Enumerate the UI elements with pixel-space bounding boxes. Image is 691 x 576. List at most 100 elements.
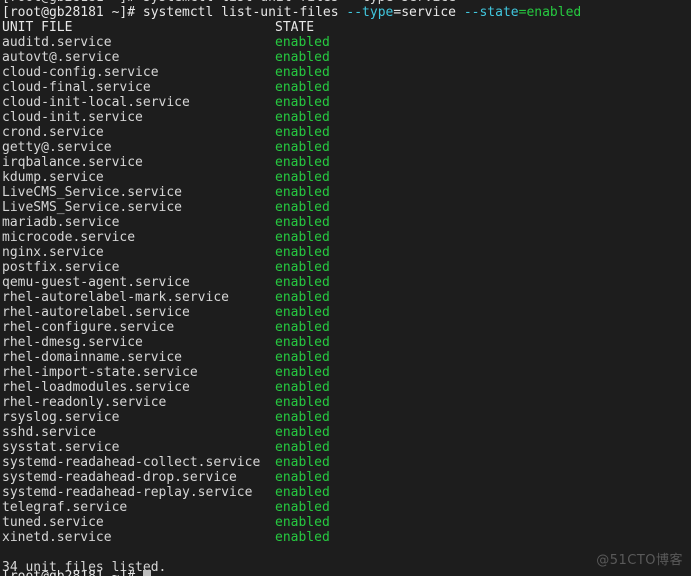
flag-type-value: =service (393, 5, 456, 20)
table-row: cloud-init.service enabled (2, 110, 691, 125)
cell-state: enabled (275, 305, 330, 320)
cell-unit-file: rhel-dmesg.service (2, 335, 143, 350)
cell-state: enabled (275, 425, 330, 440)
command-prompt-line: [root@gb28181 ~]# systemctl list-unit-fi… (2, 5, 691, 20)
command-name: systemctl (142, 5, 214, 20)
cell-unit-file: rhel-import-state.service (2, 365, 198, 380)
cell-state: enabled (275, 35, 330, 50)
table-row: LiveCMS_Service.service enabled (2, 185, 691, 200)
cell-state: enabled (275, 335, 330, 350)
cell-unit-file: qemu-guest-agent.service (2, 275, 190, 290)
cell-state: enabled (275, 290, 330, 305)
cell-state: enabled (275, 230, 330, 245)
cell-state: enabled (275, 410, 330, 425)
cell-state: enabled (275, 110, 330, 125)
scrollback-clipped-text: [root@gb28181 ~]# systemctl list-unit-fi… (2, 0, 691, 5)
table-row: crond.service enabled (2, 125, 691, 140)
cell-unit-file: xinetd.service (2, 530, 112, 545)
table-row: sysstat.service enabled (2, 440, 691, 455)
cell-unit-file: auditd.service (2, 35, 112, 50)
table-row: cloud-config.service enabled (2, 65, 691, 80)
table-row: irqbalance.service enabled (2, 155, 691, 170)
cell-state: enabled (275, 245, 330, 260)
table-row: rhel-loadmodules.service enabled (2, 380, 691, 395)
cell-unit-file: systemd-readahead-collect.service (2, 455, 261, 470)
cell-unit-file: LiveSMS_Service.service (2, 200, 183, 215)
cell-unit-file: cloud-init.service (2, 110, 143, 125)
next-prompt-clipped-row: [root@gb28181 ~]# (2, 570, 682, 576)
cell-unit-file: cloud-init-local.service (2, 95, 190, 110)
cell-state: enabled (275, 95, 330, 110)
table-row: tuned.service enabled (2, 515, 691, 530)
cell-state: enabled (275, 50, 330, 65)
cell-unit-file: cloud-final.service (2, 80, 151, 95)
table-row: cloud-final.service enabled (2, 80, 691, 95)
cell-state: enabled (275, 140, 330, 155)
cell-state: enabled (275, 260, 330, 275)
column-header-state: STATE (275, 20, 315, 35)
table-row: rhel-dmesg.service enabled (2, 335, 691, 350)
table-row: systemd-readahead-collect.service enabled (2, 455, 691, 470)
text-cursor (142, 570, 151, 576)
column-header-unit-file: UNIT FILE (2, 20, 73, 35)
table-row: getty@.service enabled (2, 140, 691, 155)
table-row: LiveSMS_Service.service enabled (2, 200, 691, 215)
cell-unit-file: tuned.service (2, 515, 104, 530)
prompt-trailing-space (135, 570, 143, 576)
cell-state: enabled (275, 455, 330, 470)
table-header-row: UNIT FILE STATE (2, 20, 691, 35)
cell-state: enabled (275, 215, 330, 230)
table-row: autovt@.service enabled (2, 50, 691, 65)
next-prompt-user-host: [root@gb28181 ~]# (2, 570, 135, 576)
terminal-window[interactable]: [root@gb28181 ~]# systemctl list-unit-fi… (0, 0, 691, 576)
cell-unit-file: rhel-configure.service (2, 320, 175, 335)
table-row: rhel-autorelabel-mark.service enabled (2, 290, 691, 305)
cell-unit-file: postfix.service (2, 260, 120, 275)
cell-unit-file: systemd-readahead-replay.service (2, 485, 253, 500)
table-row: cloud-init-local.service enabled (2, 95, 691, 110)
table-row: rsyslog.service enabled (2, 410, 691, 425)
cell-unit-file: rhel-autorelabel-mark.service (2, 290, 229, 305)
cell-unit-file: rhel-readonly.service (2, 395, 167, 410)
table-row: xinetd.service enabled (2, 530, 691, 545)
table-row: microcode.service enabled (2, 230, 691, 245)
table-row: rhel-readonly.service enabled (2, 395, 691, 410)
table-row: rhel-domainname.service enabled (2, 350, 691, 365)
flag-state-value: =enabled (518, 5, 582, 20)
cell-unit-file: getty@.service (2, 140, 112, 155)
cell-unit-file: nginx.service (2, 245, 104, 260)
cell-unit-file: sysstat.service (2, 440, 120, 455)
cell-state: enabled (275, 155, 330, 170)
cell-unit-file: rhel-autorelabel.service (2, 305, 190, 320)
flag-type-name: --type (346, 5, 394, 20)
cell-state: enabled (275, 275, 330, 290)
next-prompt-text: [root@gb28181 ~]# (2, 570, 682, 576)
cell-unit-file: kdump.service (2, 170, 104, 185)
cell-unit-file: sshd.service (2, 425, 96, 440)
flag-state-name: --state (463, 5, 519, 20)
table-row: auditd.service enabled (2, 35, 691, 50)
prompt-space-4 (456, 5, 464, 20)
blank-separator-line (2, 545, 691, 560)
table-row: rhel-autorelabel.service enabled (2, 305, 691, 320)
cell-unit-file: irqbalance.service (2, 155, 143, 170)
cell-state: enabled (275, 365, 330, 380)
prompt-space-2 (213, 5, 221, 20)
cell-unit-file: LiveCMS_Service.service (2, 185, 183, 200)
cell-unit-file: microcode.service (2, 230, 136, 245)
table-row: qemu-guest-agent.service enabled (2, 275, 691, 290)
prompt-space-1 (135, 5, 143, 20)
cell-state: enabled (275, 470, 330, 485)
cell-unit-file: mariadb.service (2, 215, 120, 230)
cell-state: enabled (275, 485, 330, 500)
cell-state: enabled (275, 125, 330, 140)
cell-state: enabled (275, 515, 330, 530)
table-row: sshd.service enabled (2, 425, 691, 440)
cell-state: enabled (275, 530, 330, 545)
cell-unit-file: crond.service (2, 125, 104, 140)
table-row: telegraf.service enabled (2, 500, 691, 515)
cell-state: enabled (275, 200, 330, 215)
cell-unit-file: rsyslog.service (2, 410, 120, 425)
scrollback-clipped-row: [root@gb28181 ~]# systemctl list-unit-fi… (2, 0, 691, 5)
table-row: postfix.service enabled (2, 260, 691, 275)
